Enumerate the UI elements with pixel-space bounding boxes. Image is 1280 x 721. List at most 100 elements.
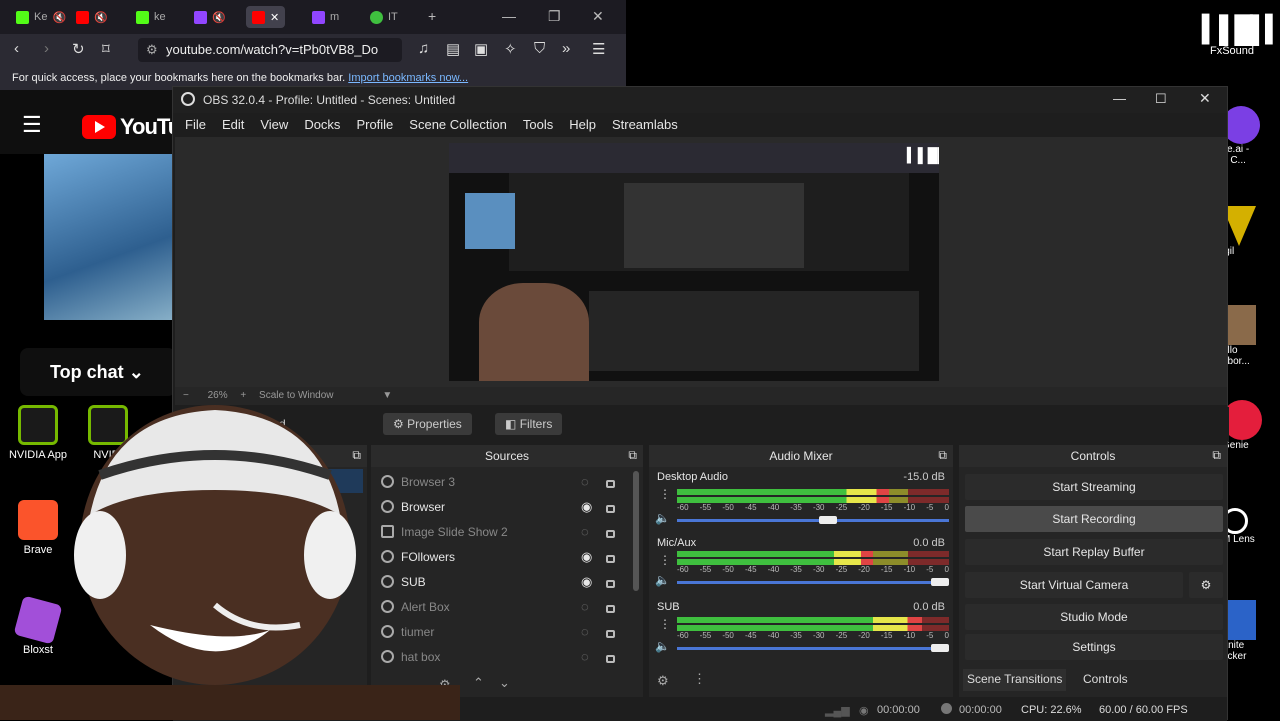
close-window-icon[interactable]: ✕ — [592, 8, 604, 25]
lock-icon[interactable] — [606, 530, 615, 538]
lock-icon[interactable] — [606, 555, 615, 563]
source-item[interactable]: hat box ◌ — [377, 644, 637, 669]
lock-icon[interactable] — [606, 630, 615, 638]
mute-icon[interactable]: 🔇 — [94, 11, 108, 24]
tab-controls[interactable]: Controls — [1077, 669, 1134, 691]
desktop-icon-bloxstrap[interactable]: Bloxst — [6, 595, 70, 656]
desktop-icon-nvidia[interactable]: NVIDI — [76, 405, 140, 461]
bookmark-icon[interactable]: ⌑ — [102, 40, 110, 58]
start-recording-button[interactable]: Start Recording — [965, 506, 1223, 532]
lock-icon[interactable] — [606, 605, 615, 613]
lock-icon[interactable] — [606, 580, 615, 588]
video-thumbnail[interactable] — [44, 154, 176, 320]
back-icon[interactable]: ‹ — [14, 40, 19, 57]
maximize-icon[interactable]: ☐ — [1155, 91, 1167, 107]
scene-item-selected[interactable] — [173, 469, 363, 493]
volume-slider-knob[interactable] — [931, 578, 949, 586]
kebab-menu-icon[interactable]: ⋮ — [693, 671, 706, 687]
gear-icon[interactable]: ⚙ — [439, 677, 451, 693]
desktop-icon-lens[interactable]: M Lens — [1222, 508, 1280, 545]
eye-hidden-icon[interactable]: ◌ — [581, 624, 589, 639]
lock-icon[interactable] — [606, 480, 615, 488]
desktop-icon-vigil[interactable]: igil — [1222, 206, 1280, 257]
close-icon[interactable]: ✕ — [1199, 90, 1211, 107]
gear-icon[interactable]: ⚙ — [657, 673, 669, 689]
scale-mode-select[interactable]: Scale to Window — [259, 390, 333, 401]
site-info-icon[interactable]: ⚙ — [146, 38, 158, 62]
source-item[interactable]: Browser 3 ◌ — [377, 469, 637, 494]
browser-tab[interactable]: 🔇 — [70, 6, 114, 28]
undock-icon[interactable]: ⧉ — [938, 448, 947, 463]
volume-slider[interactable] — [677, 519, 949, 522]
undock-icon[interactable]: ⧉ — [628, 448, 637, 463]
menu-icon[interactable]: ☰ — [592, 40, 605, 58]
reload-icon[interactable]: ↻ — [72, 40, 85, 58]
extensions-icon[interactable]: » — [562, 40, 570, 57]
preview-area[interactable]: ▍▌█▌ — [175, 137, 1227, 387]
mute-icon[interactable]: 🔇 — [52, 11, 66, 24]
start-virtual-camera-button[interactable]: Start Virtual Camera — [965, 572, 1183, 598]
forward-icon[interactable]: › — [44, 40, 49, 57]
eye-icon[interactable]: ◉ — [581, 499, 592, 515]
virtual-camera-settings-button[interactable]: ⚙ — [1189, 572, 1223, 598]
speaker-icon[interactable]: 🔈 — [655, 639, 670, 653]
eye-hidden-icon[interactable]: ◌ — [581, 649, 589, 664]
menu-file[interactable]: File — [177, 113, 214, 137]
zoom-out-icon[interactable]: − — [183, 390, 189, 401]
browser-tab[interactable]: 🔇 — [188, 6, 232, 28]
source-item[interactable]: Image Slide Show 2 ◌ — [377, 519, 637, 544]
settings-button[interactable]: Settings — [965, 634, 1223, 660]
desktop-icon-hello-neighbor[interactable]: ello hbor... — [1222, 305, 1280, 367]
desktop-icon-voice-ai[interactable]: ce.ai - e C... — [1222, 106, 1280, 166]
scrollbar[interactable] — [633, 471, 639, 591]
kebab-menu-icon[interactable]: ⋮ — [659, 553, 671, 567]
lock-icon[interactable] — [606, 505, 615, 513]
minimize-icon[interactable]: — — [502, 8, 516, 24]
menu-tools[interactable]: Tools — [515, 113, 561, 137]
kebab-menu-icon[interactable]: ⋮ — [659, 617, 671, 631]
menu-help[interactable]: Help — [561, 113, 604, 137]
desktop-icon-fortnite-tracker[interactable]: rtnite acker — [1222, 600, 1280, 662]
start-replay-buffer-button[interactable]: Start Replay Buffer — [965, 539, 1223, 565]
volume-slider-knob[interactable] — [819, 516, 837, 524]
move-up-icon[interactable]: ⌃ — [473, 675, 484, 691]
source-item[interactable]: FOllowers ◉ — [377, 544, 637, 569]
kebab-menu-icon[interactable]: ⋮ — [659, 487, 671, 501]
shield-icon[interactable]: ⛉ — [534, 40, 545, 57]
url-bar[interactable]: ⚙ youtube.com/watch?v=tPb0tVB8_Do — [138, 38, 402, 62]
menu-view[interactable]: View — [252, 113, 296, 137]
source-item[interactable]: tiumer ◌ — [377, 619, 637, 644]
speaker-icon[interactable]: 🔈 — [655, 511, 670, 525]
tab-scene-transitions[interactable]: Scene Transitions — [963, 669, 1067, 691]
desktop-icon-genie[interactable]: Genie — [1222, 400, 1280, 451]
ai-icon[interactable]: ✧ — [504, 40, 517, 58]
close-tab-icon[interactable]: ✕ — [270, 11, 279, 24]
properties-button[interactable]: ⚙ Properties — [383, 413, 472, 435]
volume-slider-knob[interactable] — [931, 644, 949, 652]
source-item[interactable]: Browser ◉ — [377, 494, 637, 519]
undock-icon[interactable]: ⧉ — [352, 448, 361, 463]
chevron-down-icon[interactable]: ▼ — [382, 390, 392, 401]
eye-hidden-icon[interactable]: ◌ — [581, 474, 589, 489]
desktop-icon-fxsound[interactable]: ▍▌█▌▍ FxSound — [1202, 14, 1280, 57]
wallet-icon[interactable]: ▣ — [474, 40, 488, 58]
eye-icon[interactable]: ◉ — [581, 574, 592, 590]
lock-icon[interactable] — [606, 655, 615, 663]
youtube-logo[interactable]: YouTu — [82, 114, 181, 140]
menu-streamlabs[interactable]: Streamlabs — [604, 113, 686, 137]
menu-edit[interactable]: Edit — [214, 113, 252, 137]
media-icon[interactable]: ♫ — [418, 40, 429, 57]
hamburger-icon[interactable]: ☰ — [22, 112, 42, 138]
browser-tab-active[interactable]: ✕ — [246, 6, 286, 28]
zoom-in-icon[interactable]: + — [240, 390, 246, 401]
restore-icon[interactable]: ❐ — [548, 8, 561, 25]
mute-icon[interactable]: 🔇 — [212, 11, 226, 24]
menu-profile[interactable]: Profile — [348, 113, 401, 137]
preview-canvas[interactable]: ▍▌█▌ — [449, 143, 939, 381]
import-bookmarks-link[interactable]: Import bookmarks now... — [348, 72, 468, 84]
eye-hidden-icon[interactable]: ◌ — [581, 599, 589, 614]
menu-scene-collection[interactable]: Scene Collection — [401, 113, 515, 137]
eye-icon[interactable]: ◉ — [581, 549, 592, 565]
volume-slider[interactable] — [677, 647, 949, 650]
new-tab-icon[interactable]: + — [428, 8, 436, 24]
